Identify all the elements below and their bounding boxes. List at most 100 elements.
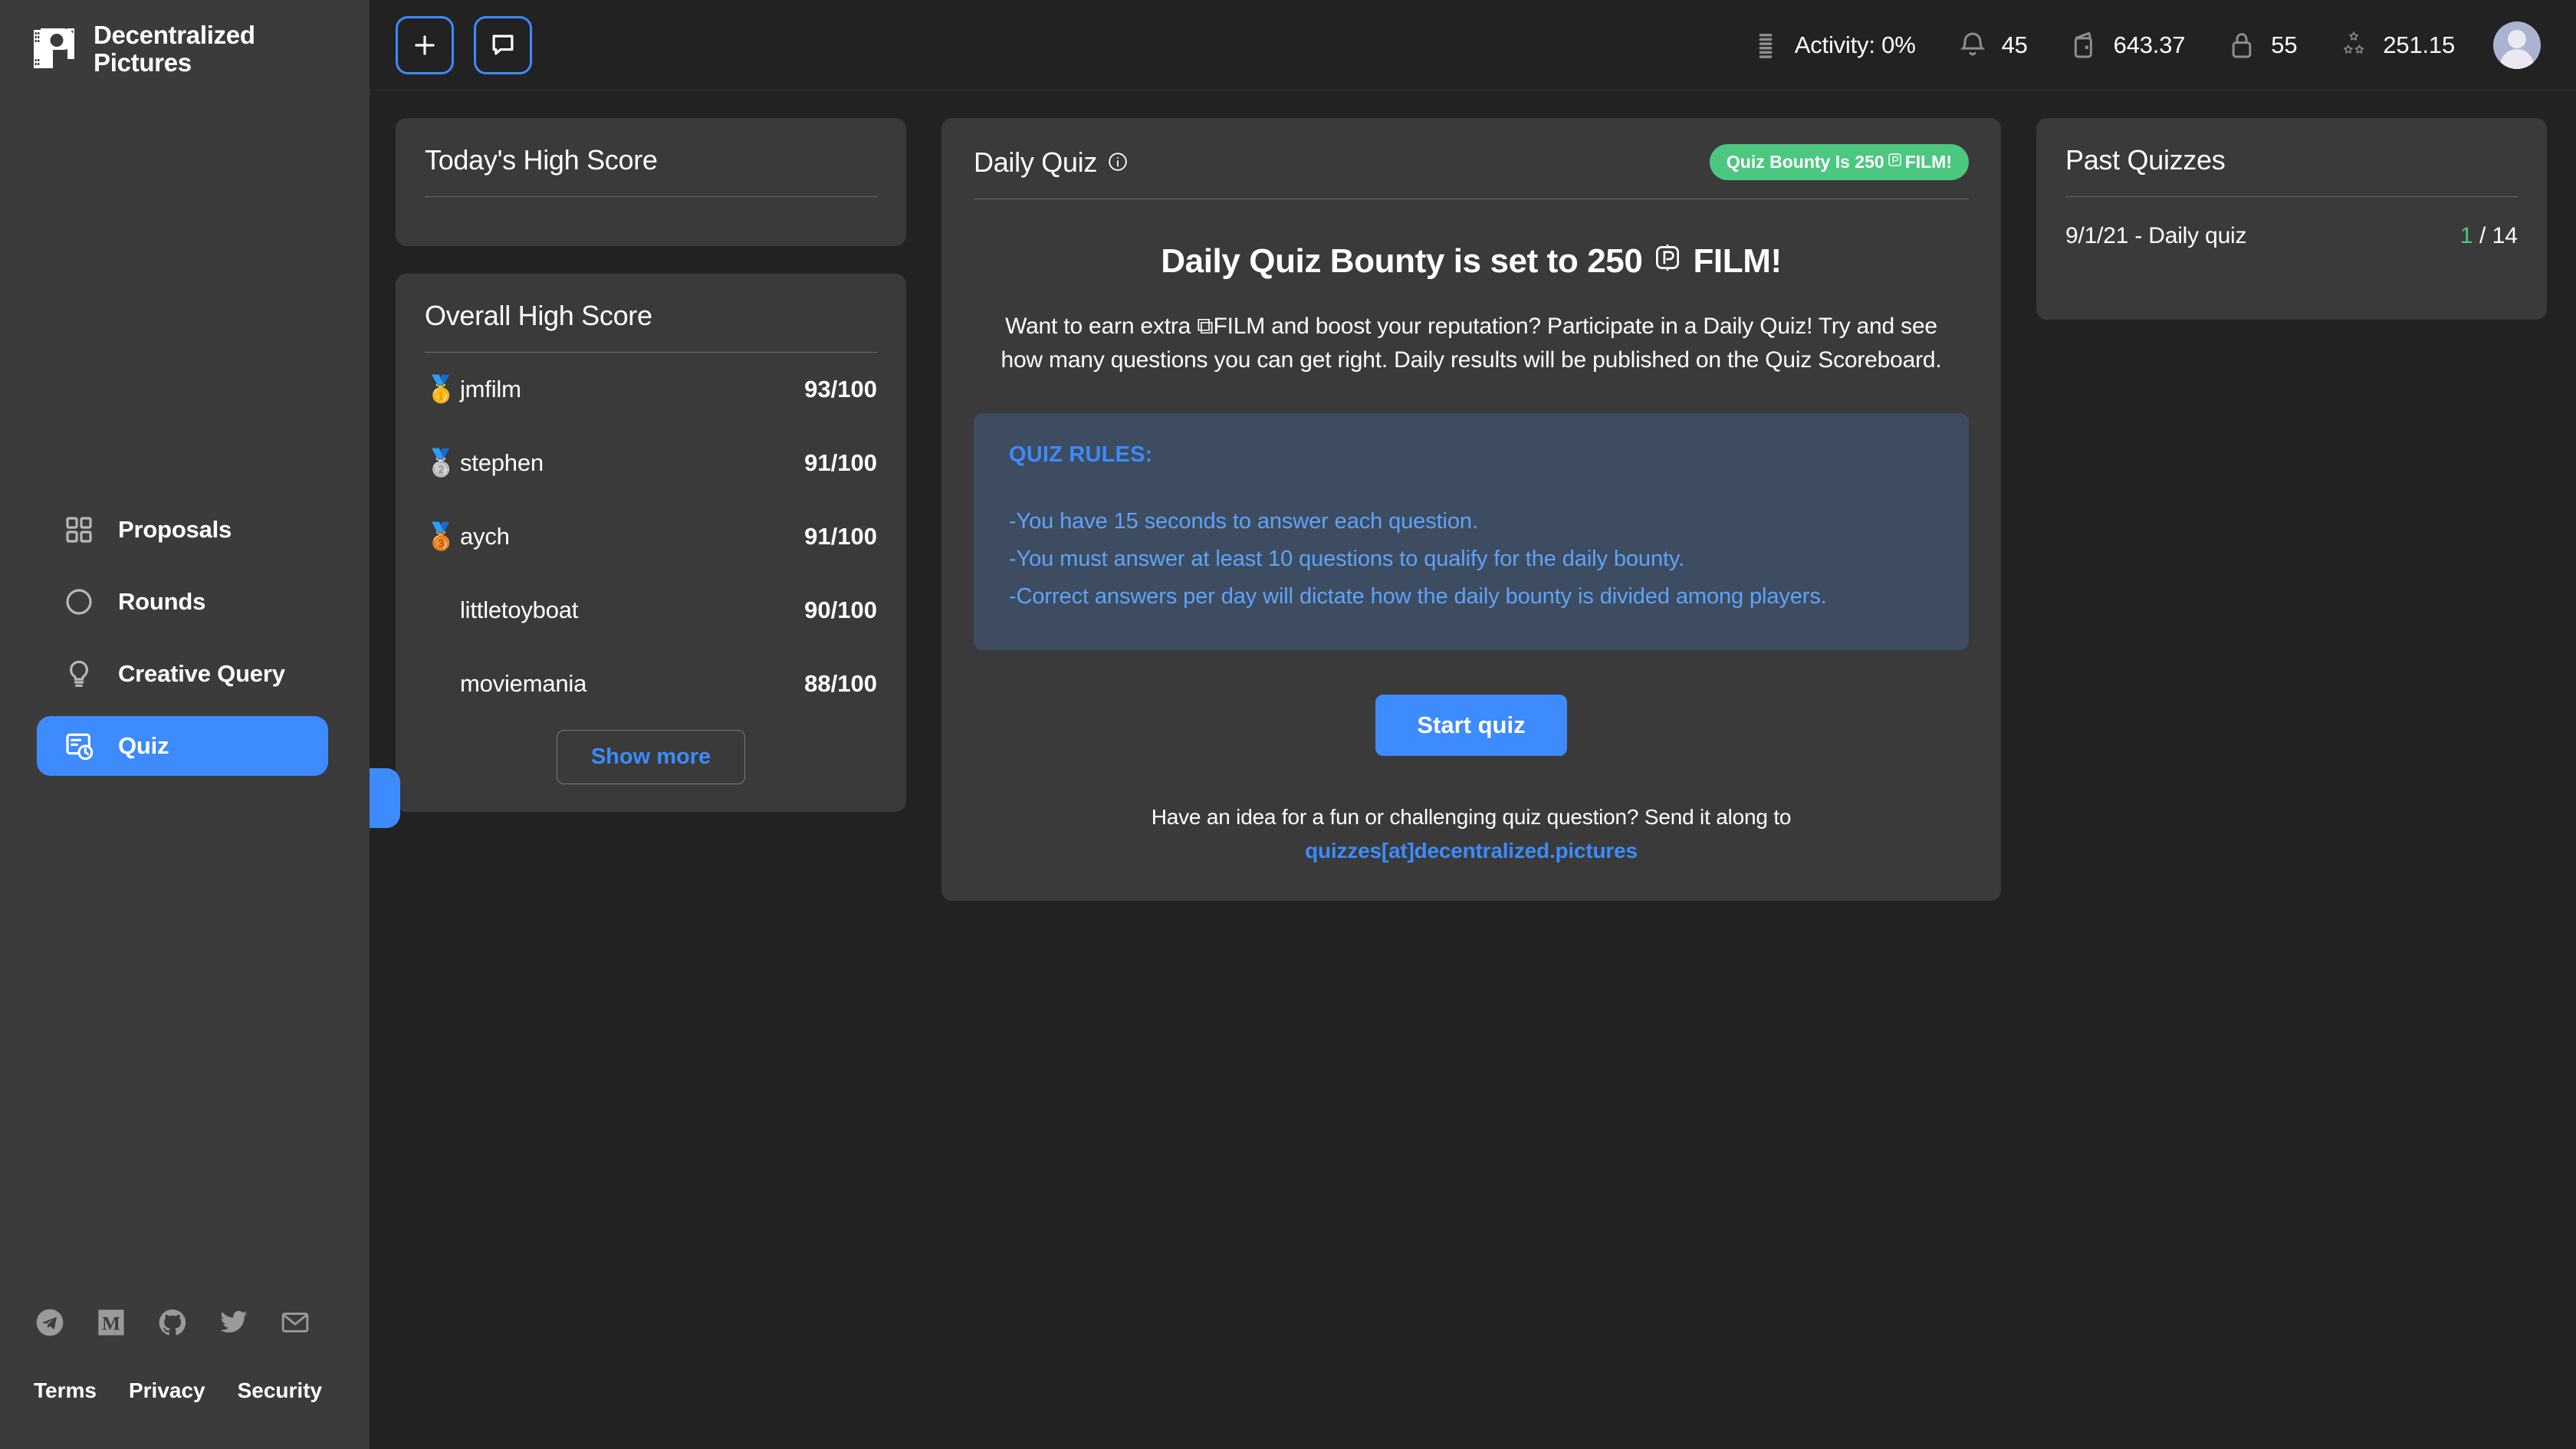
daily-quiz-title-group: Daily Quiz — [974, 146, 1128, 179]
table-row[interactable]: 🥈 stephen 91/100 — [425, 426, 877, 500]
score-value: 90/100 — [804, 596, 877, 623]
score-player-name: stephen — [460, 449, 544, 476]
sidebar-item-quiz[interactable]: Quiz — [37, 716, 328, 777]
quiz-description: Want to earn extra ⧉FILM and boost your … — [1001, 314, 1942, 373]
right-column: Past Quizzes 9/1/21 - Daily quiz 1 / 14 — [2036, 118, 2547, 320]
score-player-name: jmfilm — [460, 376, 521, 402]
start-quiz-button[interactable]: Start quiz — [1375, 694, 1567, 756]
table-row[interactable]: littletoyboat 90/100 — [425, 573, 877, 647]
medium-icon[interactable]: M — [95, 1306, 127, 1339]
bounty-badge-text-post: FILM! — [1904, 152, 1952, 172]
sidebar-item-creative-query[interactable]: Creative Query — [37, 644, 328, 704]
github-icon[interactable] — [156, 1306, 189, 1339]
film-token-icon — [1887, 152, 1903, 172]
bell-icon — [1956, 28, 1990, 62]
quiz-heading: Daily Quiz Bounty is set to 250 FILM! — [974, 242, 1969, 281]
content-grid: Today's High Score Overall High Score 🥇 … — [368, 90, 2576, 902]
social-links: M — [34, 1306, 370, 1339]
quiz-rule-item: -You must answer at least 10 questions t… — [1009, 547, 1685, 572]
stat-locked[interactable]: 55 — [2225, 28, 2298, 62]
stat-activity-label: Activity: 0% — [1794, 31, 1916, 58]
score-value: 88/100 — [804, 670, 877, 697]
show-more-button[interactable]: Show more — [556, 730, 746, 784]
stat-activity[interactable]: Activity: 0% — [1749, 28, 1916, 62]
sidebar-footer: M Terms Privacy Security — [0, 1306, 370, 1449]
brand-title-line1: Decentralized — [94, 21, 255, 49]
bounty-badge-text-pre: Quiz Bounty Is 250 — [1726, 152, 1884, 172]
quiz-clock-icon — [61, 728, 97, 764]
daily-quiz-card: Daily Quiz Quiz Bounty Is 250 FILM! Dail… — [941, 118, 2001, 902]
email-icon[interactable] — [279, 1306, 311, 1339]
left-column: Today's High Score Overall High Score 🥇 … — [396, 118, 906, 812]
sidebar-item-label: Proposals — [118, 516, 232, 544]
reputation-stars-icon — [2337, 28, 2371, 62]
sidebar: Decentralized Pictures Proposals Rounds … — [0, 0, 370, 1449]
quiz-heading-pre: Daily Quiz Bounty is set to 250 — [1161, 242, 1643, 280]
table-row[interactable]: 🥉 aych 91/100 — [425, 500, 877, 573]
overall-high-score-title: Overall High Score — [425, 300, 652, 331]
overall-high-score-card: Overall High Score 🥇 jmfilm 93/100 🥈 ste… — [396, 274, 906, 812]
todays-high-score-title: Today's High Score — [425, 144, 658, 176]
stat-wallet-label: 643.37 — [2113, 31, 2186, 58]
silver-medal-icon: 🥈 — [425, 449, 458, 478]
wallet-icon — [2068, 28, 2101, 62]
twitter-icon[interactable] — [218, 1306, 250, 1339]
todays-high-score-card: Today's High Score — [396, 118, 906, 246]
middle-column: Daily Quiz Quiz Bounty Is 250 FILM! Dail… — [941, 118, 2001, 902]
bronze-medal-icon: 🥉 — [425, 522, 458, 551]
avatar-body — [2500, 48, 2534, 69]
gold-medal-icon: 🥇 — [425, 375, 458, 404]
quiz-rule-item: -You have 15 seconds to answer each ques… — [1009, 508, 1478, 534]
page-title: Daily Quiz — [974, 146, 1098, 178]
stat-notifications[interactable]: 45 — [1956, 28, 2028, 62]
avatar-head — [2508, 29, 2526, 48]
sidebar-nav: Proposals Rounds Creative Query Quiz — [0, 494, 370, 782]
topbar: Activity: 0% 45 643.37 55 251.15 — [368, 0, 2576, 90]
past-quiz-label: 9/1/21 - Daily quiz — [2065, 223, 2247, 248]
past-quizzes-title: Past Quizzes — [2065, 144, 2226, 176]
security-link[interactable]: Security — [238, 1378, 323, 1403]
status-badge[interactable]: Quiz Bounty Is 250 FILM! — [1709, 144, 1969, 180]
score-player-name: aych — [460, 523, 510, 550]
sidebar-item-label: Creative Query — [118, 660, 285, 688]
terms-link[interactable]: Terms — [34, 1378, 97, 1403]
film-token-icon — [1653, 242, 1682, 281]
lock-icon — [2225, 28, 2259, 62]
quiz-heading-post: FILM! — [1693, 242, 1782, 280]
list-item[interactable]: 9/1/21 - Daily quiz 1 / 14 — [2065, 197, 2518, 249]
quiz-rules-title: QUIZ RULES: — [1009, 442, 1153, 467]
score-player-name: littletoyboat — [460, 596, 579, 623]
sidebar-item-proposals[interactable]: Proposals — [37, 500, 328, 560]
app-root: Decentralized Pictures Proposals Rounds … — [0, 0, 2576, 1449]
stat-reputation-label: 251.15 — [2383, 31, 2455, 58]
daily-quiz-header: Daily Quiz Quiz Bounty Is 250 FILM! — [974, 144, 1969, 180]
avatar[interactable] — [2493, 21, 2541, 69]
sidebar-item-label: Rounds — [118, 588, 206, 616]
grid-icon — [61, 512, 97, 547]
table-row[interactable]: 🥇 jmfilm 93/100 — [425, 353, 877, 426]
quiz-contact-text: Have an idea for a fun or challenging qu… — [974, 800, 1969, 869]
chat-button[interactable] — [474, 15, 532, 74]
stat-reputation[interactable]: 251.15 — [2337, 28, 2455, 62]
legal-links: Terms Privacy Security — [34, 1378, 370, 1403]
activity-icon — [1749, 28, 1783, 62]
score-value: 93/100 — [804, 376, 877, 402]
quiz-rule-item: -Correct answers per day will dictate ho… — [1009, 584, 1827, 610]
stat-locked-label: 55 — [2271, 31, 2298, 58]
add-button[interactable] — [396, 15, 454, 74]
svg-text:M: M — [102, 1313, 120, 1335]
info-icon[interactable] — [1108, 146, 1128, 179]
stat-wallet[interactable]: 643.37 — [2068, 28, 2186, 62]
privacy-link[interactable]: Privacy — [129, 1378, 205, 1403]
sidebar-item-rounds[interactable]: Rounds — [37, 572, 328, 632]
table-row[interactable]: moviemania 88/100 — [425, 647, 877, 721]
brand-title-line2: Pictures — [94, 48, 192, 77]
start-quiz-wrap: Start quiz — [974, 694, 1969, 756]
quiz-contact-email-link[interactable]: quizzes[at]decentralized.pictures — [1305, 839, 1638, 863]
stat-notifications-label: 45 — [2001, 31, 2028, 58]
brand-title: Decentralized Pictures — [94, 21, 255, 76]
sidebar-item-label: Quiz — [118, 732, 169, 760]
quiz-contact-copy: Have an idea for a fun or challenging qu… — [1151, 804, 1792, 829]
telegram-icon[interactable] — [34, 1306, 66, 1339]
brand-logo-block[interactable]: Decentralized Pictures — [0, 0, 370, 76]
